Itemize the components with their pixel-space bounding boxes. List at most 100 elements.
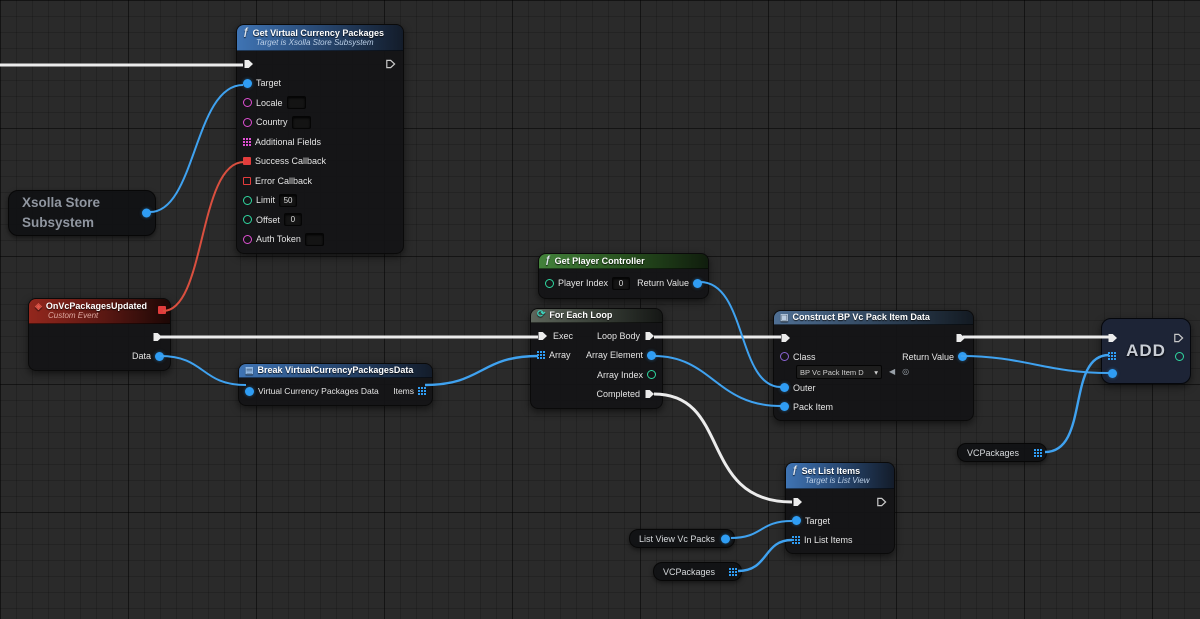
array-in-pin[interactable] (537, 351, 545, 359)
pin-label: Success Callback (255, 156, 326, 166)
node-onvcpackagesupdated-event[interactable]: ◈OnVcPackagesUpdated Custom Event Data (28, 298, 171, 371)
array-out-pin[interactable] (729, 568, 737, 576)
target-pin[interactable] (243, 79, 252, 88)
wire-completed-to-setlistitems-exec (654, 394, 792, 502)
player-index-pin[interactable] (545, 279, 554, 288)
pin-label: Array (549, 350, 571, 360)
success-callback-pin[interactable] (243, 157, 251, 165)
blueprint-graph-canvas[interactable]: ƒ Get Virtual Currency Packages Target is… (0, 0, 1200, 619)
pin-label: Target (805, 516, 830, 526)
pin-label: Virtual Currency Packages Data (258, 386, 379, 396)
class-pin[interactable] (780, 352, 789, 361)
pin-label: In List Items (804, 535, 853, 545)
array-index-pin[interactable] (647, 370, 656, 379)
locale-pin[interactable] (243, 98, 252, 107)
class-select[interactable]: BP Vc Pack Item D ▾ (796, 365, 882, 379)
exec-in-pin[interactable] (243, 58, 255, 70)
wire-arrayelement-to-packitem (654, 356, 781, 406)
country-input[interactable] (292, 116, 311, 129)
array-out-pin[interactable] (1034, 449, 1042, 457)
limit-pin[interactable] (243, 196, 252, 205)
node-subtitle: Target is List View (805, 476, 886, 485)
array-element-pin[interactable] (647, 351, 656, 360)
outer-pin[interactable] (780, 383, 789, 392)
player-index-input[interactable]: 0 (612, 277, 630, 290)
node-get-player-controller[interactable]: ƒGet Player Controller Player Index0 Ret… (538, 253, 709, 299)
variable-node-vcpackages[interactable]: VCPackages (653, 562, 742, 581)
variable-node-xsolla-store-subsystem[interactable]: Xsolla Store Subsystem (8, 190, 156, 236)
pack-item-pin[interactable] (780, 402, 789, 411)
additional-fields-pin[interactable] (243, 138, 251, 146)
pin-label: Exec (553, 331, 573, 341)
node-set-list-items[interactable]: ƒ Set List Items Target is List View Targ… (785, 462, 895, 554)
exec-out-pin[interactable] (876, 496, 888, 508)
node-subtitle: Custom Event (48, 311, 162, 320)
object-out-pin[interactable] (142, 209, 151, 218)
wire-xsolla-to-target (150, 85, 243, 212)
country-pin[interactable] (243, 118, 252, 127)
pin-label: Pack Item (793, 402, 833, 412)
node-title: Set List Items (802, 466, 861, 476)
pin-label: Return Value (902, 352, 954, 362)
node-title: Get Player Controller (555, 256, 645, 266)
node-header: ▣Construct BP Vc Pack Item Data (774, 311, 973, 325)
exec-out-pin[interactable] (955, 332, 967, 344)
new-item-pin[interactable] (1108, 369, 1117, 378)
chevron-down-icon: ▾ (874, 368, 878, 377)
pin-label: Locale (256, 98, 283, 108)
exec-out-pin[interactable] (1173, 332, 1185, 344)
struct-in-pin[interactable] (245, 387, 254, 396)
foreach-loop-icon: ⟳ (537, 310, 545, 320)
node-get-virtual-currency-packages[interactable]: ƒGet Virtual Currency Packages Target is… (236, 24, 404, 254)
variable-label: VCPackages (967, 448, 1019, 458)
offset-input[interactable]: 0 (284, 213, 302, 226)
data-out-pin[interactable] (155, 352, 164, 361)
node-title: Get Virtual Currency Packages (253, 28, 384, 38)
node-add-array-item[interactable]: ADD (1101, 318, 1191, 384)
exec-in-pin[interactable] (1107, 332, 1119, 344)
in-list-items-pin[interactable] (792, 536, 800, 544)
function-icon: ƒ (792, 465, 798, 476)
variable-node-list-view-vc-packs[interactable]: List View Vc Packs (629, 529, 735, 548)
browse-icon[interactable]: ◎ (902, 368, 909, 376)
exec-in-pin[interactable] (792, 496, 804, 508)
auth-token-input[interactable] (305, 233, 324, 246)
exec-out-pin[interactable] (385, 58, 397, 70)
pin-label: Loop Body (597, 331, 640, 341)
variable-label: List View Vc Packs (639, 534, 715, 544)
variable-label: VCPackages (663, 567, 715, 577)
items-array-out-pin[interactable] (418, 387, 426, 395)
pin-label: Error Callback (255, 176, 312, 186)
node-header: ƒ Set List Items Target is List View (786, 463, 894, 489)
node-header: ◈OnVcPackagesUpdated Custom Event (29, 299, 170, 324)
use-selected-icon[interactable]: ◀ (889, 368, 895, 376)
node-construct-bp-vc-pack-item-data[interactable]: ▣Construct BP Vc Pack Item Data Class Re… (773, 310, 974, 421)
limit-input[interactable]: 50 (279, 194, 297, 207)
pin-label: Data (132, 351, 151, 361)
locale-input[interactable] (287, 96, 306, 109)
target-array-pin[interactable] (1108, 352, 1116, 360)
error-callback-pin[interactable] (243, 177, 251, 185)
offset-pin[interactable] (243, 215, 252, 224)
pin-label: Additional Fields (255, 137, 321, 147)
target-pin[interactable] (792, 516, 801, 525)
object-out-pin[interactable] (721, 534, 730, 543)
node-break-virtualcurrencypackagesdata[interactable]: ▤Break VirtualCurrencyPackagesData Virtu… (238, 363, 433, 406)
function-icon: ƒ (545, 255, 551, 266)
node-header: ƒ Get Player Controller (539, 254, 708, 269)
completed-exec-pin[interactable] (644, 388, 656, 400)
return-value-pin[interactable] (958, 352, 967, 361)
pin-label: Return Value (637, 278, 689, 288)
delegate-out-pin[interactable] (158, 306, 166, 314)
node-header: ⟳For Each Loop (531, 309, 662, 323)
auth-token-pin[interactable] (243, 235, 252, 244)
exec-out-pin[interactable] (152, 331, 164, 343)
loop-body-exec-pin[interactable] (644, 330, 656, 342)
return-value-pin[interactable] (693, 279, 702, 288)
exec-in-pin[interactable] (780, 332, 792, 344)
node-for-each-loop[interactable]: ⟳For Each Loop Exec Loop Body Array Arra… (530, 308, 663, 409)
exec-in-pin[interactable] (537, 330, 549, 342)
index-out-pin[interactable] (1175, 352, 1184, 361)
class-select-value: BP Vc Pack Item D (800, 368, 864, 377)
variable-node-vcpackages[interactable]: VCPackages (957, 443, 1047, 462)
